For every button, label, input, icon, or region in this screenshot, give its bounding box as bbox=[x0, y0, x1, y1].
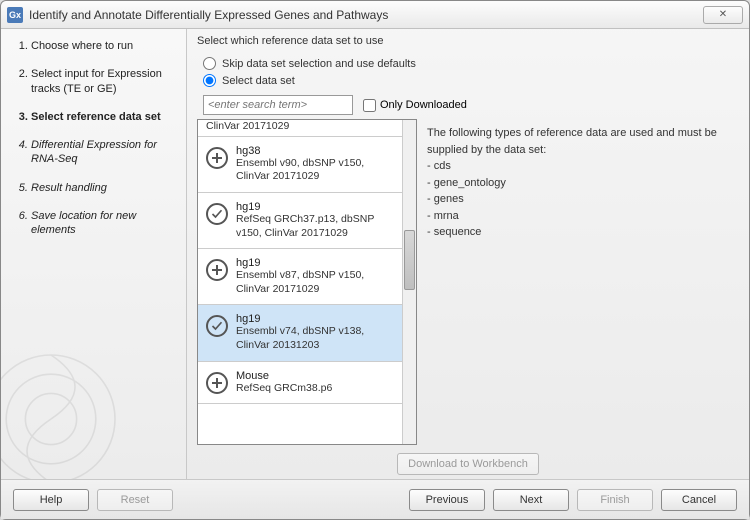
next-button[interactable]: Next bbox=[493, 489, 569, 511]
info-item: - mrna bbox=[427, 208, 733, 225]
dataset-name: hg19 bbox=[236, 257, 396, 269]
content-area: Choose where to run Select input for Expr… bbox=[1, 29, 749, 479]
dataset-desc: Ensembl v87, dbSNP v150, ClinVar 2017102… bbox=[236, 269, 396, 296]
dataset-name: hg19 bbox=[236, 201, 396, 213]
radio-select-input[interactable] bbox=[203, 74, 216, 87]
wizard-steps-sidebar: Choose where to run Select input for Expr… bbox=[1, 29, 187, 479]
dataset-item[interactable]: hg19RefSeq GRCh37.p13, dbSNP v150, ClinV… bbox=[198, 193, 402, 249]
check-icon bbox=[206, 203, 228, 225]
wizard-step: Result handling bbox=[31, 181, 178, 195]
info-heading: The following types of reference data ar… bbox=[427, 125, 733, 158]
download-to-workbench-button[interactable]: Download to Workbench bbox=[397, 453, 539, 475]
dataset-list-inner: ClinVar 20171029 hg38Ensembl v90, dbSNP v… bbox=[198, 120, 402, 444]
panel-heading: Select which reference data set to use bbox=[197, 35, 739, 47]
dataset-list-scrollbar[interactable] bbox=[402, 120, 416, 444]
only-downloaded-input[interactable] bbox=[363, 99, 376, 112]
dataset-item[interactable]: ClinVar 20171029 bbox=[198, 120, 402, 137]
only-downloaded-label: Only Downloaded bbox=[380, 99, 467, 111]
wizard-step: Differential Expression for RNA-Seq bbox=[31, 138, 178, 167]
wizard-step: Save location for new elements bbox=[31, 209, 178, 238]
dataset-item[interactable]: hg19Ensembl v87, dbSNP v150, ClinVar 201… bbox=[198, 249, 402, 305]
info-item: - gene_ontology bbox=[427, 175, 733, 192]
info-item: - sequence bbox=[427, 224, 733, 241]
cancel-button[interactable]: Cancel bbox=[661, 489, 737, 511]
dataset-text: hg38Ensembl v90, dbSNP v150, ClinVar 201… bbox=[236, 145, 396, 184]
info-item: - genes bbox=[427, 191, 733, 208]
dataset-text: hg19Ensembl v74, dbSNP v138, ClinVar 201… bbox=[236, 313, 396, 352]
dataset-item[interactable]: MouseRefSeq GRCm38.p6 bbox=[198, 362, 402, 405]
dataset-list: ClinVar 20171029 hg38Ensembl v90, dbSNP v… bbox=[197, 119, 417, 445]
dataset-name: hg38 bbox=[236, 145, 396, 157]
dialog-window: Gx Identify and Annotate Differentially … bbox=[0, 0, 750, 520]
radio-skip-input[interactable] bbox=[203, 57, 216, 70]
main-panel: Select which reference data set to use S… bbox=[187, 29, 749, 479]
dataset-desc: Ensembl v74, dbSNP v138, ClinVar 2013120… bbox=[236, 325, 396, 352]
dataset-desc: RefSeq GRCh37.p13, dbSNP v150, ClinVar 2… bbox=[236, 213, 396, 240]
check-icon bbox=[206, 315, 228, 337]
search-row: Only Downloaded bbox=[203, 95, 739, 115]
only-downloaded-checkbox[interactable]: Only Downloaded bbox=[363, 99, 467, 112]
dataset-text: hg19RefSeq GRCh37.p13, dbSNP v150, ClinV… bbox=[236, 201, 396, 240]
dataset-name: hg19 bbox=[236, 313, 396, 325]
decorative-swirl-icon bbox=[1, 339, 131, 479]
plus-icon bbox=[206, 372, 228, 394]
dataset-mode-radiogroup: Skip data set selection and use defaults… bbox=[203, 53, 739, 91]
titlebar: Gx Identify and Annotate Differentially … bbox=[1, 1, 749, 29]
close-button[interactable]: ✕ bbox=[703, 6, 743, 24]
dataset-name: Mouse bbox=[236, 370, 332, 382]
plus-icon bbox=[206, 147, 228, 169]
close-icon: ✕ bbox=[719, 9, 727, 20]
wizard-steps-list: Choose where to run Select input for Expr… bbox=[13, 39, 178, 238]
dataset-item[interactable]: hg19Ensembl v74, dbSNP v138, ClinVar 201… bbox=[198, 305, 402, 361]
wizard-step: Choose where to run bbox=[31, 39, 178, 53]
search-input[interactable] bbox=[203, 95, 353, 115]
wizard-step: Select reference data set bbox=[31, 110, 178, 124]
radio-select-label: Select data set bbox=[222, 75, 295, 87]
window-title: Identify and Annotate Differentially Exp… bbox=[29, 8, 703, 22]
radio-select-dataset[interactable]: Select data set bbox=[203, 74, 739, 87]
radio-skip-defaults[interactable]: Skip data set selection and use defaults bbox=[203, 57, 739, 70]
info-item: - cds bbox=[427, 158, 733, 175]
scrollbar-thumb[interactable] bbox=[404, 230, 415, 290]
dataset-text: hg19Ensembl v87, dbSNP v150, ClinVar 201… bbox=[236, 257, 396, 296]
mid-area: ClinVar 20171029 hg38Ensembl v90, dbSNP v… bbox=[197, 119, 739, 445]
finish-button[interactable]: Finish bbox=[577, 489, 653, 511]
info-panel: The following types of reference data ar… bbox=[423, 119, 739, 445]
app-icon: Gx bbox=[7, 7, 23, 23]
plus-icon bbox=[206, 259, 228, 281]
previous-button[interactable]: Previous bbox=[409, 489, 485, 511]
help-button[interactable]: Help bbox=[13, 489, 89, 511]
radio-skip-label: Skip data set selection and use defaults bbox=[222, 58, 416, 70]
dataset-text: ClinVar 20171029 bbox=[206, 120, 289, 134]
dataset-item[interactable]: hg38Ensembl v90, dbSNP v150, ClinVar 201… bbox=[198, 137, 402, 193]
dataset-desc: RefSeq GRCm38.p6 bbox=[236, 382, 332, 396]
footer-bar: Help Reset Previous Next Finish Cancel bbox=[1, 479, 749, 519]
download-row: Download to Workbench bbox=[197, 445, 739, 479]
reset-button[interactable]: Reset bbox=[97, 489, 173, 511]
dataset-text: MouseRefSeq GRCm38.p6 bbox=[236, 370, 332, 396]
dataset-desc: Ensembl v90, dbSNP v150, ClinVar 2017102… bbox=[236, 157, 396, 184]
dataset-desc: ClinVar 20171029 bbox=[206, 120, 289, 134]
wizard-step: Select input for Expression tracks (TE o… bbox=[31, 67, 178, 96]
